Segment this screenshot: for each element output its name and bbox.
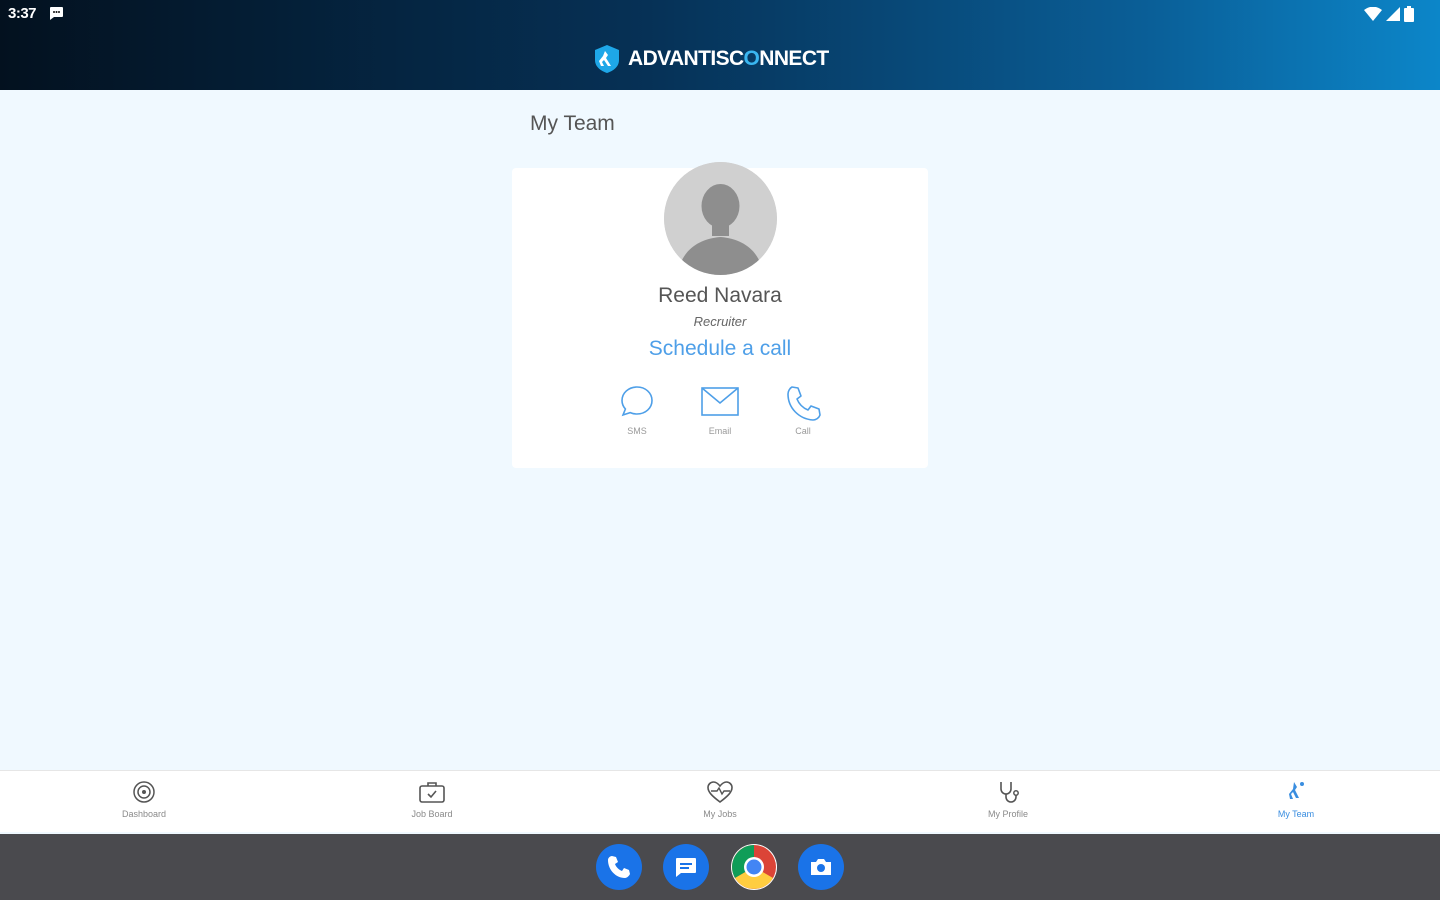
email-label: Email [708,426,732,436]
advantis-logo-icon [595,45,619,73]
nav-label-job-board: Job Board [411,809,453,819]
avatar [664,162,777,275]
dashboard-icon [133,781,155,803]
phone-app-icon[interactable] [596,844,642,890]
team-member-card: Reed Navara Recruiter Schedule a call SM… [512,162,928,468]
page-title: My Team [530,112,615,135]
stethoscope-icon [1000,782,1019,803]
status-indicators [1364,6,1414,22]
team-icon [1289,782,1304,799]
camera-app-icon[interactable] [798,844,844,890]
nav-item-job-board[interactable]: Job Board [372,779,492,819]
app-header: 3:37 ADVANTISCONNECT [0,0,1440,90]
nav-item-my-jobs[interactable]: My Jobs [660,779,780,819]
member-name: Reed Navara [658,284,782,307]
chat-bubble-icon [621,386,653,417]
nav-label-dashboard: Dashboard [121,809,167,819]
signal-icon [1386,7,1400,21]
member-role: Recruiter [693,314,747,329]
bottom-navigation: Dashboard Job Board My Jobs My Profile M… [0,770,1440,832]
sms-label: SMS [627,426,647,436]
nav-label-my-team: My Team [1277,809,1315,819]
nav-item-dashboard[interactable]: Dashboard [84,779,204,819]
chrome-app-icon[interactable] [731,844,777,890]
phone-icon [787,386,821,421]
brand-name: ADVANTISCONNECT [628,47,829,70]
status-time: 3:37 [8,5,37,22]
nav-label-my-jobs: My Jobs [703,809,737,819]
email-button[interactable]: Email [690,384,750,436]
status-bar: 3:37 [0,0,1440,28]
schedule-call-link[interactable]: Schedule a call [512,337,928,361]
main-content: My Team Reed Navara Recruiter Schedule a… [0,90,1440,770]
call-label: Call [795,426,811,436]
message-notification-icon [48,6,64,26]
brand-logo-lockup: ADVANTISCONNECT [592,42,829,76]
briefcase-icon [419,782,445,803]
envelope-icon [701,387,739,416]
messages-app-icon[interactable] [663,844,709,890]
nav-item-my-team[interactable]: My Team [1236,779,1356,819]
person-silhouette-icon [664,162,777,275]
sms-button[interactable]: SMS [607,384,667,436]
system-dock [0,834,1440,900]
nav-item-my-profile[interactable]: My Profile [948,779,1068,819]
battery-icon [1404,6,1414,22]
heart-pulse-icon [707,781,733,804]
nav-label-my-profile: My Profile [987,809,1028,819]
call-button[interactable]: Call [773,384,833,436]
wifi-icon [1364,7,1382,21]
